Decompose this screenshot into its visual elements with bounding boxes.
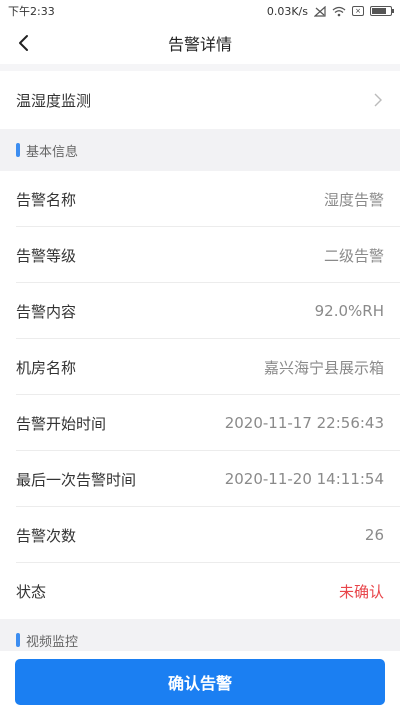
section-marker	[16, 633, 20, 647]
info-label: 告警开始时间	[16, 414, 107, 433]
signal-off-icon	[314, 5, 326, 17]
info-row-alarm-level: 告警等级 二级告警	[0, 227, 400, 283]
status-badge: 未确认	[338, 582, 384, 601]
status-time: 下午2:33	[8, 5, 55, 18]
info-row-alarm-content: 告警内容 92.0%RH	[0, 283, 400, 339]
info-value: 嘉兴海宁县展示箱	[263, 358, 384, 377]
info-label: 告警次数	[16, 526, 77, 545]
section-title-basic: 基本信息	[26, 144, 79, 160]
action-bar: 确认告警	[0, 651, 400, 711]
info-row-alarm-count: 告警次数 26	[0, 507, 400, 563]
info-label: 机房名称	[16, 358, 77, 377]
page-title: 告警详情	[167, 35, 232, 54]
sim-off-icon: ×	[352, 6, 364, 16]
info-label: 告警名称	[16, 190, 77, 209]
nav-bar: 告警详情	[0, 22, 400, 64]
info-value: 92.0%RH	[314, 302, 384, 320]
section-marker	[16, 143, 20, 157]
info-label: 状态	[16, 582, 47, 601]
info-value: 二级告警	[323, 246, 384, 265]
battery-icon	[370, 6, 394, 16]
info-value: 湿度告警	[323, 190, 384, 209]
chevron-right-icon	[374, 93, 382, 107]
info-row-start-time: 告警开始时间 2020-11-17 22:56:43	[0, 395, 400, 451]
info-label: 告警内容	[16, 302, 77, 321]
info-label: 最后一次告警时间	[16, 470, 137, 489]
section-header-basic: 基本信息	[0, 129, 400, 171]
status-bar: 下午2:33 0.03K/s ×	[0, 0, 400, 22]
info-value: 26	[364, 526, 384, 544]
wifi-icon	[332, 6, 346, 16]
info-row-alarm-name: 告警名称 湿度告警	[0, 171, 400, 227]
network-speed: 0.03K/s	[266, 4, 308, 18]
section-title-video: 视频监控	[26, 634, 79, 650]
info-label: 告警等级	[16, 246, 77, 265]
monitor-link-row[interactable]: 温湿度监测	[0, 71, 400, 129]
info-value: 2020-11-20 14:11:54	[224, 470, 384, 488]
chevron-left-icon	[19, 35, 28, 51]
confirm-alarm-button[interactable]: 确认告警	[15, 659, 385, 705]
back-button[interactable]	[14, 32, 36, 54]
info-row-last-time: 最后一次告警时间 2020-11-20 14:11:54	[0, 451, 400, 507]
status-indicators: 0.03K/s ×	[266, 4, 394, 18]
info-row-status: 状态 未确认	[0, 563, 400, 619]
monitor-label: 温湿度监测	[16, 91, 92, 110]
info-row-room-name: 机房名称 嘉兴海宁县展示箱	[0, 339, 400, 395]
info-value: 2020-11-17 22:56:43	[224, 414, 384, 432]
